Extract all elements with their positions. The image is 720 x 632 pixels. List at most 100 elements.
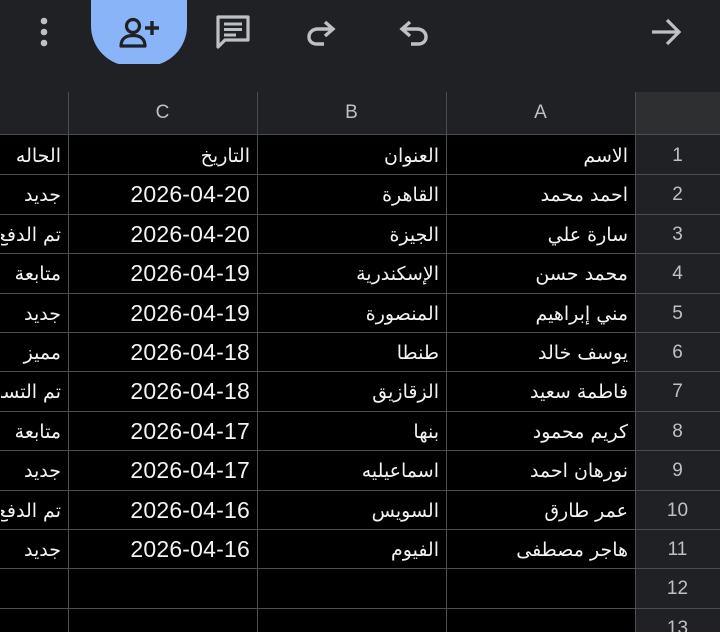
cell-c-row-6[interactable]: 2026-04-18 — [69, 333, 250, 372]
cell-b-row-5[interactable]: المنصورة — [258, 294, 439, 333]
select-all-corner[interactable] — [636, 92, 720, 134]
cell-a-row-9[interactable]: نورهان احمد — [447, 451, 628, 490]
row-header-9[interactable]: 9 — [635, 451, 720, 490]
cell-a-row-3[interactable]: سارة علي — [447, 215, 628, 254]
cell-c-row-8[interactable]: 2026-04-17 — [69, 412, 250, 451]
cell-c-row-3[interactable]: 2026-04-20 — [69, 215, 250, 254]
row-header-11[interactable]: 11 — [635, 530, 720, 569]
cell-a-row-11[interactable]: هاجر مصطفى — [447, 530, 628, 569]
grid-line-horizontal — [0, 134, 720, 135]
cell-a-row-10[interactable]: عمر طارق — [447, 491, 628, 530]
cell-a-row-13[interactable] — [447, 609, 628, 632]
row-header-4[interactable]: 4 — [635, 254, 720, 293]
add-person-button[interactable] — [91, 0, 187, 66]
cell-text: طنطا — [396, 341, 439, 364]
cell-text: 2026-04-19 — [130, 300, 250, 326]
cell-b-row-11[interactable]: الفيوم — [258, 530, 439, 569]
cell-d-row-5[interactable]: جديد — [1, 294, 61, 333]
cell-text: الزقازيق — [372, 380, 439, 403]
cell-text: 2026-04-19 — [130, 260, 250, 286]
comment-icon — [216, 15, 250, 49]
cell-d-row-9[interactable]: جديد — [1, 451, 61, 490]
cell-d-row-8[interactable]: متابعة — [1, 412, 61, 451]
cell-text: الحاله — [15, 144, 61, 167]
cell-text: جديد — [24, 183, 61, 206]
cell-a-row-2[interactable]: احمد محمد — [447, 175, 628, 214]
cell-c-row-5[interactable]: 2026-04-19 — [69, 294, 250, 333]
cell-a-row-1[interactable]: الاسم — [447, 136, 628, 175]
cell-b-row-4[interactable]: الإسكندرية — [258, 254, 439, 293]
cell-b-row-12[interactable] — [258, 569, 439, 608]
cell-d-row-12[interactable] — [1, 569, 61, 608]
cell-a-row-6[interactable]: يوسف خالد — [447, 333, 628, 372]
cell-text: سارة علي — [547, 223, 628, 246]
cell-c-row-4[interactable]: 2026-04-19 — [69, 254, 250, 293]
cell-text: القاهرة — [382, 183, 439, 206]
cell-d-row-2[interactable]: جديد — [1, 175, 61, 214]
row-header-10[interactable]: 10 — [635, 491, 720, 530]
cell-a-row-8[interactable]: كريم محمود — [447, 412, 628, 451]
forward-button[interactable] — [642, 0, 690, 64]
cell-text: تم الدفع — [1, 499, 61, 522]
more-options-button[interactable] — [26, 0, 62, 64]
row-header-1[interactable]: 1 — [635, 136, 720, 175]
spreadsheet-grid[interactable]: C B A 1 الحاله التاريخ العنوان الاسم 2 جديد 2026-0… — [0, 64, 720, 632]
row-header-13[interactable]: 13 — [635, 609, 720, 632]
cell-b-row-3[interactable]: الجيزة — [258, 215, 439, 254]
cell-d-row-10[interactable]: تم الدفع — [1, 491, 61, 530]
cell-c-row-12[interactable] — [69, 569, 250, 608]
cell-c-row-1[interactable]: التاريخ — [69, 136, 250, 175]
cell-d-row-13[interactable] — [1, 609, 61, 632]
row-header-3[interactable]: 3 — [635, 215, 720, 254]
row-header-8[interactable]: 8 — [635, 412, 720, 451]
cell-b-row-8[interactable]: بنها — [258, 412, 439, 451]
cell-d-row-3[interactable]: تم الدفع — [1, 215, 61, 254]
row-header-12[interactable]: 12 — [635, 569, 720, 608]
cell-b-row-9[interactable]: اسماعيليه — [258, 451, 439, 490]
cell-d-row-11[interactable]: جديد — [1, 530, 61, 569]
cell-c-row-13[interactable] — [69, 609, 250, 632]
cell-c-row-11[interactable]: 2026-04-16 — [69, 530, 250, 569]
row-header-7[interactable]: 7 — [635, 372, 720, 411]
cell-b-row-1[interactable]: العنوان — [258, 136, 439, 175]
cell-a-row-12[interactable] — [447, 569, 628, 608]
cell-text: فاطمة سعيد — [530, 380, 628, 403]
cell-d-row-6[interactable]: مميز — [1, 333, 61, 372]
cell-d-row-7[interactable]: تم التسليم — [1, 372, 61, 411]
cell-text: 2026-04-18 — [130, 339, 250, 365]
row-header-2[interactable]: 2 — [635, 175, 720, 214]
cell-a-row-7[interactable]: فاطمة سعيد — [447, 372, 628, 411]
cell-d-row-4[interactable]: متابعة — [1, 254, 61, 293]
cell-b-row-7[interactable]: الزقازيق — [258, 372, 439, 411]
cell-a-row-5[interactable]: مني إبراهيم — [447, 294, 628, 333]
row-header-6[interactable]: 6 — [635, 333, 720, 372]
cell-text: 2026-04-16 — [130, 497, 250, 523]
cell-text: تم التسليم — [1, 380, 61, 403]
cell-c-row-2[interactable]: 2026-04-20 — [69, 175, 250, 214]
column-header-c[interactable]: C — [68, 92, 257, 134]
cell-text: جديد — [24, 459, 61, 482]
cell-text: احمد محمد — [540, 183, 628, 206]
cell-c-row-10[interactable]: 2026-04-16 — [69, 491, 250, 530]
cell-a-row-4[interactable]: محمد حسن — [447, 254, 628, 293]
cell-d-row-1[interactable]: الحاله — [1, 136, 61, 175]
cell-c-row-7[interactable]: 2026-04-18 — [69, 372, 250, 411]
cell-b-row-13[interactable] — [258, 609, 439, 632]
cell-b-row-10[interactable]: السويس — [258, 491, 439, 530]
column-header-a[interactable]: A — [446, 92, 635, 134]
comment-button[interactable] — [209, 0, 257, 64]
cell-text: 2026-04-17 — [130, 418, 250, 444]
cell-c-row-9[interactable]: 2026-04-17 — [69, 451, 250, 490]
cell-text: جديد — [24, 538, 61, 561]
cell-b-row-6[interactable]: طنطا — [258, 333, 439, 372]
cell-text: بنها — [413, 420, 439, 443]
cell-text: 2026-04-20 — [130, 181, 250, 207]
cell-text: 2026-04-17 — [130, 457, 250, 483]
cell-text: العنوان — [383, 144, 439, 167]
cell-text: 2026-04-16 — [130, 536, 250, 562]
row-header-5[interactable]: 5 — [635, 294, 720, 333]
redo-button[interactable] — [298, 0, 346, 64]
undo-button[interactable] — [389, 0, 437, 64]
column-header-b[interactable]: B — [257, 92, 446, 134]
cell-b-row-2[interactable]: القاهرة — [258, 175, 439, 214]
